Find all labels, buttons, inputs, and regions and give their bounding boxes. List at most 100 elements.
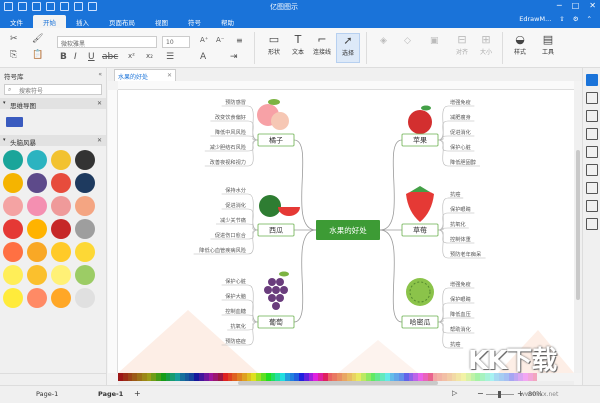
brain-symbol[interactable]	[3, 196, 23, 216]
bulb-symbol[interactable]	[75, 242, 95, 262]
scroll-thumb[interactable]	[576, 150, 580, 300]
key-symbol[interactable]	[27, 219, 47, 239]
open-file-icon[interactable]	[46, 2, 55, 11]
document-tab[interactable]: 水果的好处 ✕	[114, 69, 176, 81]
category-brainstorm[interactable]: ▾ 头脑风暴 ✕	[0, 135, 106, 147]
superscript-icon[interactable]: x²	[128, 52, 135, 60]
burst-symbol[interactable]	[51, 242, 71, 262]
subscript-icon[interactable]: x₂	[146, 52, 153, 60]
category-mindmap[interactable]: ▾ 思维导图 ✕	[0, 98, 106, 110]
search-symbol[interactable]	[51, 288, 71, 308]
zoom-slider-knob[interactable]	[498, 391, 501, 398]
brain-symbol[interactable]	[75, 196, 95, 216]
page-tab[interactable]: Page-1	[98, 390, 123, 398]
symbol-search-input[interactable]: ⌕ 搜索符号	[4, 84, 102, 95]
brain-symbol[interactable]	[51, 196, 71, 216]
maximize-icon[interactable]: □	[572, 1, 580, 10]
head-symbol[interactable]	[51, 150, 71, 170]
text-color-icon[interactable]: A	[200, 52, 206, 62]
minimize-icon[interactable]: ─	[557, 1, 562, 10]
collapse-ribbon-icon[interactable]: ⌃	[587, 15, 592, 23]
data-icon[interactable]	[586, 164, 598, 176]
size-tool[interactable]: ⊞ 大小	[474, 33, 498, 56]
fit-page-icon[interactable]	[586, 218, 598, 230]
bulb-symbol[interactable]	[3, 288, 23, 308]
format-panel-icon[interactable]	[586, 74, 598, 86]
menu-page-layout[interactable]: 页面布局	[99, 15, 145, 28]
star-symbol[interactable]	[27, 242, 47, 262]
align-icon[interactable]: ≡	[236, 36, 243, 45]
flower-symbol[interactable]	[51, 219, 71, 239]
menu-help[interactable]: 帮助	[211, 15, 244, 28]
head-symbol[interactable]	[75, 173, 95, 193]
menu-home[interactable]: 开始	[33, 15, 66, 28]
bulb-symbol[interactable]	[51, 265, 71, 285]
head-symbol[interactable]	[27, 173, 47, 193]
shape-style-icon[interactable]	[586, 92, 598, 104]
vertical-scrollbar[interactable]	[574, 90, 582, 373]
select-tool[interactable]: ➚ 选择	[336, 33, 360, 63]
connector-tool[interactable]: ⌐ 连接线	[310, 33, 334, 56]
page-dropdown[interactable]: Page-1	[36, 390, 58, 398]
print-icon[interactable]	[74, 2, 83, 11]
list-icon[interactable]: ☰	[166, 52, 174, 62]
font-size-select[interactable]: 10	[162, 36, 190, 48]
bold-icon[interactable]: B	[60, 52, 67, 62]
collapse-panel-icon[interactable]: «	[98, 71, 102, 78]
shrink-font-icon[interactable]: A⁻	[216, 36, 224, 44]
grow-font-icon[interactable]: A⁺	[200, 36, 208, 44]
bulb-symbol[interactable]	[3, 265, 23, 285]
note-symbol[interactable]	[3, 242, 23, 262]
history-icon[interactable]	[586, 200, 598, 212]
font-family-select[interactable]: 微软雅黑	[57, 36, 157, 48]
menu-file[interactable]: 文件	[0, 15, 33, 28]
head-symbol[interactable]	[3, 150, 23, 170]
bulb-symbol[interactable]	[27, 265, 47, 285]
export-panel-icon[interactable]	[586, 182, 598, 194]
user-name[interactable]: EdrawM...	[519, 15, 551, 23]
menu-view[interactable]: 视图	[145, 15, 178, 28]
new-file-icon[interactable]	[32, 2, 41, 11]
menu-insert[interactable]: 插入	[66, 15, 99, 28]
style-tool[interactable]: ◒ 样式	[508, 33, 532, 56]
redo-icon[interactable]	[18, 2, 27, 11]
save-icon[interactable]	[60, 2, 69, 11]
plant-symbol[interactable]	[75, 265, 95, 285]
text-tool[interactable]: T 文本	[286, 33, 310, 56]
head-symbol[interactable]	[27, 150, 47, 170]
gear-symbol[interactable]	[3, 219, 23, 239]
misc-symbol[interactable]	[75, 288, 95, 308]
drawing-canvas[interactable]: 橘子 预防感冒 改变饮食偏好 降低中风风险 减少胆结石风险 改善夜视和视力 西瓜 保持水分 促进…	[118, 90, 574, 373]
share-icon[interactable]: ⇪	[559, 15, 564, 23]
paste-icon[interactable]: 📋	[32, 50, 43, 60]
brain-symbol[interactable]	[27, 196, 47, 216]
copy-icon[interactable]: ⎘	[10, 50, 17, 60]
close-tab-icon[interactable]: ✕	[167, 72, 172, 79]
cut-icon[interactable]: ✂	[10, 34, 18, 44]
export-icon[interactable]	[88, 2, 97, 11]
indent-icon[interactable]: ⇥	[230, 52, 238, 62]
menu-symbols[interactable]: 符号	[178, 15, 211, 28]
head-symbol[interactable]	[3, 173, 23, 193]
close-icon[interactable]: ✕	[97, 100, 102, 107]
italic-icon[interactable]: I	[74, 52, 77, 62]
head-symbol[interactable]	[75, 150, 95, 170]
idea-symbol[interactable]	[27, 288, 47, 308]
format-painter-icon[interactable]: 🖌	[32, 34, 43, 44]
zoom-out-icon[interactable]: −	[477, 389, 484, 398]
settings-icon[interactable]: ⚙	[573, 15, 579, 23]
close-icon[interactable]: ✕	[589, 1, 596, 10]
align-tool[interactable]: ⊟ 对齐	[450, 33, 474, 56]
play-icon[interactable]: ▷	[452, 389, 457, 397]
mindmap-symbol[interactable]	[6, 117, 23, 127]
head-symbol[interactable]	[51, 173, 71, 193]
eye-symbol[interactable]	[75, 219, 95, 239]
strikethrough-icon[interactable]: abc	[102, 52, 118, 62]
layers-icon[interactable]	[586, 110, 598, 122]
image-icon[interactable]	[586, 128, 598, 140]
page-icon[interactable]	[586, 146, 598, 158]
shape-tool[interactable]: ▭ 形状	[262, 33, 286, 56]
close-icon[interactable]: ✕	[97, 137, 102, 144]
tools-tool[interactable]: ▤ 工具	[536, 33, 560, 56]
add-page-icon[interactable]: +	[134, 389, 141, 398]
